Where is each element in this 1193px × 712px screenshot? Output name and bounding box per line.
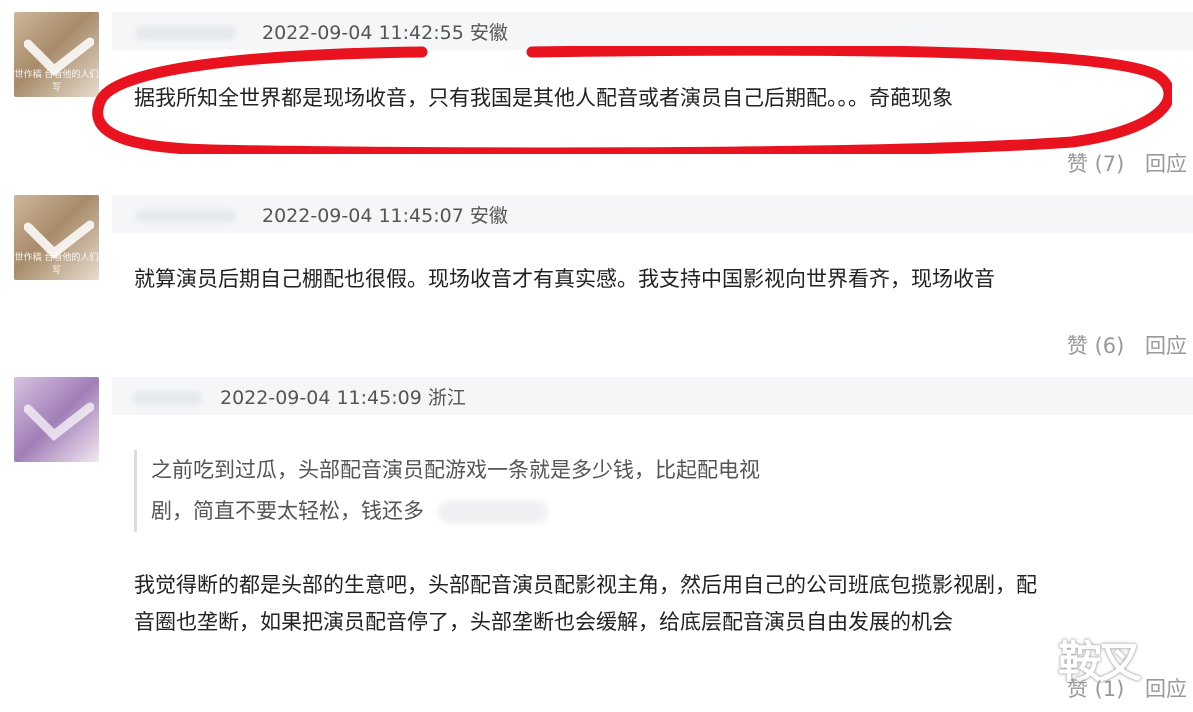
watermark: 鞍叉	[1058, 637, 1142, 688]
avatar-caption: 世作稿 台看他的人们写	[14, 253, 99, 276]
checkmark-overlay-icon	[24, 402, 94, 441]
avatar[interactable]: 世作稿 台看他的人们写	[14, 195, 99, 280]
comment-header: 2022-09-04 11:42:55 安徽	[112, 12, 1193, 50]
avatar[interactable]: 世作稿 台看他的人们写	[14, 12, 99, 97]
location: 安徽	[469, 22, 508, 44]
reply-button[interactable]: 回应	[1145, 334, 1187, 358]
avatar-caption: 世作稿 台看他的人们写	[14, 70, 99, 93]
timestamp: 2022-09-04 11:45:09	[220, 387, 422, 409]
comment-text-line: 我觉得断的都是头部的生意吧，头部配音演员配影视主角，然后用自己的公司班底包揽影视…	[134, 573, 1037, 597]
timestamp: 2022-09-04 11:42:55	[262, 22, 464, 44]
avatar[interactable]	[14, 377, 99, 462]
comment-text: 就算演员后期自己棚配也很假。现场收音才有真实感。我支持中国影视向世界看齐，现场收…	[134, 267, 995, 291]
comment-meta: 2022-09-04 11:45:09 浙江	[220, 383, 466, 410]
timestamp: 2022-09-04 11:45:07	[262, 205, 464, 227]
comment-meta: 2022-09-04 11:42:55 安徽	[262, 18, 508, 45]
comment-3: 2022-09-04 11:45:09 浙江 之前吃到过瓜，头部配音演员配游戏一…	[0, 365, 1193, 712]
reply-button[interactable]: 回应	[1145, 677, 1187, 701]
comment-1: 世作稿 台看他的人们写 2022-09-04 11:42:55 安徽 据我所知全…	[0, 0, 1193, 185]
quoted-comment: 之前吃到过瓜，头部配音演员配游戏一条就是多少钱，比起配电视 剧，简直不要太轻松，…	[134, 450, 911, 532]
comment-actions: 赞 (7) 回应	[1053, 148, 1187, 178]
comment-text: 据我所知全世界都是现场收音，只有我国是其他人配音或者演员自己后期配。。。奇葩现象	[134, 86, 953, 110]
username-redacted	[132, 391, 202, 405]
username-redacted	[136, 26, 236, 40]
comment-text: 我觉得断的都是头部的生意吧，头部配音演员配影视主角，然后用自己的公司班底包揽影视…	[134, 567, 1037, 641]
like-button[interactable]: 赞 (6)	[1067, 334, 1124, 358]
quote-line: 之前吃到过瓜，头部配音演员配游戏一条就是多少钱，比起配电视	[151, 458, 760, 482]
comment-actions: 赞 (6) 回应	[1053, 330, 1187, 360]
location: 安徽	[469, 205, 508, 227]
comment-header: 2022-09-04 11:45:07 安徽	[112, 195, 1193, 233]
quote-line: 剧，简直不要太轻松，钱还多	[151, 499, 424, 523]
comment-header: 2022-09-04 11:45:09 浙江	[112, 377, 1193, 415]
quote-line-2: 剧，简直不要太轻松，钱还多	[151, 491, 911, 532]
reply-button[interactable]: 回应	[1145, 152, 1187, 176]
comment-2: 世作稿 台看他的人们写 2022-09-04 11:45:07 安徽 就算演员后…	[0, 185, 1193, 365]
location: 浙江	[427, 387, 466, 409]
comment-text-line: 音圈也垄断，如果把演员配音停了，头部垄断也会缓解，给底层配音演员自由发展的机会	[134, 610, 953, 634]
redacted-text	[438, 501, 548, 523]
like-button[interactable]: 赞 (7)	[1067, 152, 1124, 176]
username-redacted	[136, 209, 236, 223]
comment-meta: 2022-09-04 11:45:07 安徽	[262, 201, 508, 228]
